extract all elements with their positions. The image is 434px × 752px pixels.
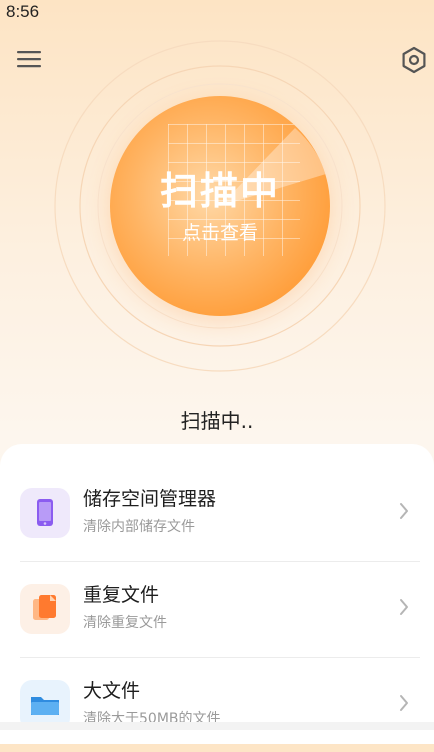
item-title: 大文件 (83, 680, 141, 702)
chevron-right-icon (398, 693, 410, 713)
tools-card: 储存空间管理器 清除内部储存文件 重复文件 清除重复文件 大文件 清除大于50M… (0, 444, 434, 744)
chevron-right-icon (398, 597, 410, 617)
chevron-right-icon (398, 501, 410, 521)
list-item-storage-manager[interactable]: 储存空间管理器 清除内部储存文件 (0, 464, 434, 560)
scan-button[interactable]: 扫描中 点击查看 (110, 96, 330, 316)
item-desc: 清除重复文件 (83, 615, 167, 631)
scan-subtitle: 点击查看 (181, 222, 258, 244)
list-item-large-files[interactable]: 大文件 清除大于50MB的文件 (0, 656, 434, 752)
bottom-strip (0, 722, 434, 730)
item-title: 重复文件 (83, 584, 160, 606)
hexagon-gear-icon[interactable] (400, 46, 428, 74)
duplicate-files-icon (20, 584, 70, 634)
item-desc: 清除内部储存文件 (83, 519, 195, 535)
list-item-duplicate-files[interactable]: 重复文件 清除重复文件 (0, 560, 434, 656)
scan-status-text: 扫描中.. (180, 409, 254, 433)
status-bar: 8:56 (0, 0, 434, 26)
hamburger-menu-icon[interactable] (16, 48, 42, 70)
status-time: 8:56 (6, 2, 40, 21)
phone-icon (20, 488, 70, 538)
scan-title: 扫描中 (159, 169, 280, 213)
item-title: 储存空间管理器 (83, 488, 217, 510)
